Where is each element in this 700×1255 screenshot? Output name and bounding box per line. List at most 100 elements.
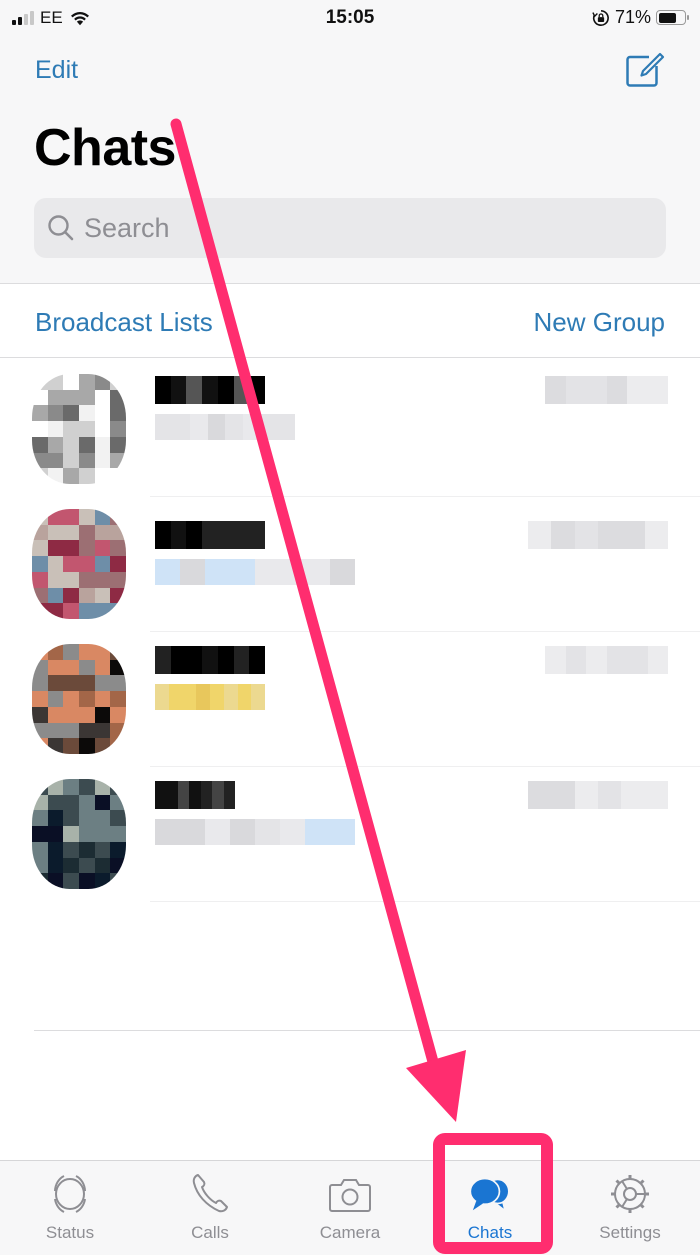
tab-settings[interactable]: Settings xyxy=(560,1161,700,1255)
avatar-pixel xyxy=(79,436,95,453)
battery-fill xyxy=(658,12,677,23)
message-preview-redacted-pixel xyxy=(155,559,180,585)
edit-button[interactable]: Edit xyxy=(35,56,78,85)
message-preview-redacted-pixel xyxy=(280,819,305,845)
chat-list-item[interactable] xyxy=(0,767,700,902)
avatar-pixel xyxy=(63,675,79,692)
header-area: EE 15:05 71% Edit Chats Search xyxy=(0,0,700,284)
tab-label: Camera xyxy=(319,1223,381,1242)
avatar-pixel xyxy=(94,405,111,422)
avatar-pixel xyxy=(63,436,79,453)
avatar-pixel xyxy=(63,644,79,660)
timestamp-redacted xyxy=(545,376,668,404)
avatar-pixel xyxy=(63,405,79,422)
message-preview-redacted-pixel xyxy=(330,819,355,845)
avatar-pixel xyxy=(79,421,95,437)
chat-list-item[interactable] xyxy=(0,632,700,767)
avatar-pixel xyxy=(32,436,48,453)
tab-calls[interactable]: Calls xyxy=(140,1161,280,1255)
timestamp-redacted-pixel xyxy=(565,646,586,674)
page-title: Chats xyxy=(34,119,176,177)
avatar-pixel xyxy=(47,405,64,422)
contact-name-redacted-pixel xyxy=(249,376,265,404)
message-preview-redacted-pixel xyxy=(277,414,295,440)
avatar-pixel xyxy=(79,722,95,739)
message-preview-redacted-pixel xyxy=(210,684,224,710)
timestamp-redacted xyxy=(528,781,668,809)
timestamp-redacted xyxy=(528,521,668,549)
avatar-pixel xyxy=(94,452,111,469)
contact-name-redacted-pixel xyxy=(170,521,187,549)
message-preview-redacted-pixel xyxy=(242,414,260,440)
avatar-pixel xyxy=(47,706,64,723)
contact-name-redacted-pixel xyxy=(217,376,234,404)
gear-icon xyxy=(611,1175,649,1213)
avatar-pixel xyxy=(63,857,79,874)
tab-bar: Status Calls Camera Chats Settings xyxy=(0,1160,700,1255)
avatar-pixel xyxy=(110,810,126,827)
avatar-pixel xyxy=(94,524,111,541)
message-preview-redacted-pixel xyxy=(155,819,180,845)
timestamp-redacted-pixel xyxy=(598,781,622,809)
avatar-pixel xyxy=(79,873,95,889)
avatar-pixel xyxy=(32,540,48,557)
search-icon xyxy=(48,215,74,241)
avatar xyxy=(32,644,126,754)
contact-name-redacted-pixel xyxy=(249,646,265,674)
contact-name-redacted-pixel xyxy=(233,646,250,674)
search-bar[interactable] xyxy=(34,198,666,258)
avatar-pixel xyxy=(110,421,126,437)
avatar-pixel xyxy=(79,810,95,827)
avatar-pixel xyxy=(32,468,48,484)
avatar-pixel xyxy=(47,452,64,469)
contact-name-redacted-pixel xyxy=(186,521,203,549)
contact-name-redacted-pixel xyxy=(200,781,213,809)
avatar-pixel xyxy=(32,810,48,827)
avatar-pixel xyxy=(110,374,126,390)
timestamp-redacted xyxy=(545,646,668,674)
avatar-pixel xyxy=(94,436,111,453)
avatar-pixel xyxy=(79,779,95,795)
avatar-pixel xyxy=(94,540,111,557)
avatar xyxy=(32,779,126,889)
message-preview-redacted-pixel xyxy=(230,819,255,845)
message-preview-redacted-pixel xyxy=(180,559,205,585)
contact-name-redacted xyxy=(155,781,235,809)
compose-icon[interactable] xyxy=(625,52,665,88)
contact-name-redacted-pixel xyxy=(170,646,187,674)
chat-bubbles-icon xyxy=(469,1177,510,1211)
avatar-pixel xyxy=(63,374,79,390)
avatar-pixel xyxy=(79,374,95,390)
new-group-link[interactable]: New Group xyxy=(534,307,666,338)
avatar-pixel xyxy=(63,873,79,889)
chat-list-item[interactable] xyxy=(0,497,700,632)
tab-chats[interactable]: Chats xyxy=(420,1161,560,1255)
avatar-pixel xyxy=(110,873,126,889)
broadcast-lists-link[interactable]: Broadcast Lists xyxy=(35,307,213,338)
avatar-pixel xyxy=(32,603,48,619)
avatar-pixel xyxy=(94,826,111,842)
tab-status[interactable]: Status xyxy=(0,1161,140,1255)
message-preview-redacted-pixel xyxy=(172,414,190,440)
avatar-pixel xyxy=(110,826,126,842)
avatar-pixel xyxy=(94,841,111,858)
avatar-pixel xyxy=(63,603,79,619)
avatar-pixel xyxy=(47,524,64,541)
avatar-pixel xyxy=(94,738,111,754)
contact-name-redacted-pixel xyxy=(155,781,167,809)
avatar-pixel xyxy=(32,794,48,811)
chat-list-item[interactable] xyxy=(0,362,700,497)
avatar-pixel xyxy=(63,738,79,754)
tab-camera[interactable]: Camera xyxy=(280,1161,420,1255)
contact-name-redacted-pixel xyxy=(186,376,203,404)
contact-name-redacted-pixel xyxy=(189,781,201,809)
message-preview-redacted-pixel xyxy=(260,414,278,440)
avatar-pixel xyxy=(63,556,79,572)
message-preview-redacted xyxy=(155,684,265,710)
avatar-pixel xyxy=(110,841,126,858)
search-input[interactable] xyxy=(84,212,644,244)
avatar-pixel xyxy=(63,722,79,739)
avatar-pixel xyxy=(32,405,48,422)
avatar-pixel xyxy=(32,556,48,572)
avatar-pixel xyxy=(79,738,95,754)
